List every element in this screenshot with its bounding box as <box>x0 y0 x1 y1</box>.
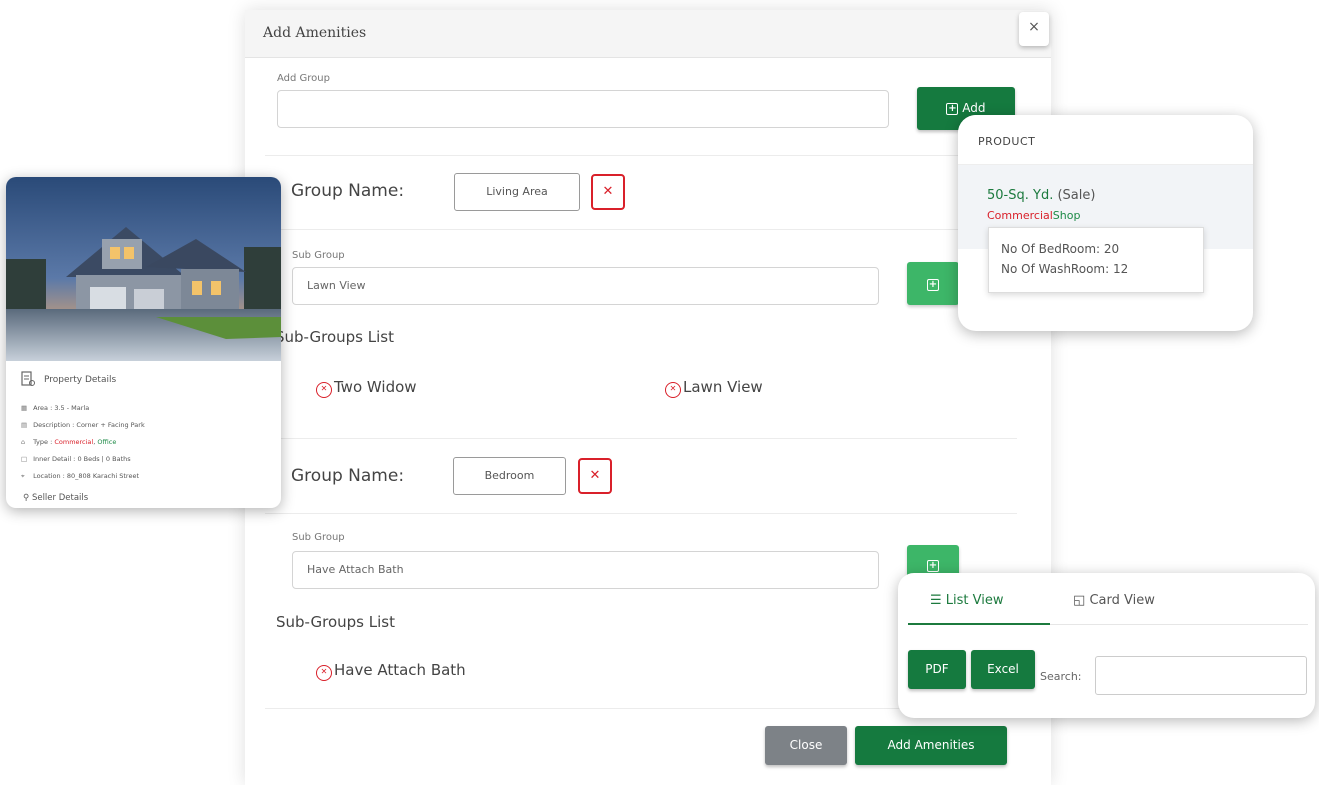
property-card: Property Details ▦ Area : 3.5 - Marla ▤ … <box>6 177 281 508</box>
description-icon: ▤ <box>21 421 28 429</box>
product-header: PRODUCT <box>958 115 1253 165</box>
type-icon: ⌂ <box>21 438 26 446</box>
product-card: PRODUCT <box>958 115 1253 331</box>
sub-group-item: ✕ Two Widow <box>316 378 417 398</box>
user-icon: ⚲ <box>23 493 30 503</box>
sub-group-input[interactable]: Have Attach Bath <box>292 551 879 589</box>
divider <box>265 513 1017 514</box>
modal-header: Add Amenities <box>245 10 1051 58</box>
seller-details: ⚲ Seller Details <box>23 493 89 503</box>
product-header-label: PRODUCT <box>978 135 1036 148</box>
cards-icon: ◱ <box>1073 593 1086 608</box>
product-size: 50-Sq. Yd. (Sale) <box>987 188 1096 203</box>
search-input[interactable] <box>1095 656 1307 695</box>
type-row: ⌂ Type : Commercial, Office <box>21 438 117 446</box>
list-view-card: ☰ List View ◱ Card View PDF Excel Search… <box>898 573 1315 718</box>
sub-group-item: ✕ Have Attach Bath <box>316 661 466 681</box>
group-name-chip: Bedroom <box>453 457 566 495</box>
group-name-chip: Living Area <box>454 173 580 211</box>
sub-group-input[interactable]: Lawn View <box>292 267 879 305</box>
bedroom-count: No Of BedRoom: 20 <box>1001 242 1120 256</box>
plus-square-icon: + <box>946 102 959 115</box>
remove-circle-icon[interactable]: ✕ <box>316 382 332 398</box>
delete-group-button[interactable]: ✕ <box>591 174 625 210</box>
property-details-title: Property Details <box>44 375 117 385</box>
plus-square-icon: + <box>927 278 939 291</box>
product-tooltip: No Of BedRoom: 20 No Of WashRoom: 12 <box>988 227 1204 293</box>
product-type: CommercialShop <box>987 209 1081 222</box>
pdf-button[interactable]: PDF <box>908 650 966 689</box>
washroom-count: No Of WashRoom: 12 <box>1001 262 1129 276</box>
group-name-label: Group Name: <box>291 466 405 486</box>
property-details-icon <box>21 371 35 386</box>
sub-groups-list-title: Sub-Groups List <box>276 613 395 631</box>
sub-group-label: Sub Group <box>292 250 345 261</box>
tab-card-view[interactable]: ◱ Card View <box>1073 593 1155 608</box>
inner-detail-row: □ Inner Detail : 0 Beds | 0 Baths <box>21 455 131 463</box>
sub-groups-list-title: Sub-Groups List <box>275 328 394 346</box>
search-label: Search: <box>1040 670 1082 683</box>
divider <box>265 155 1017 156</box>
add-sub-group-button[interactable]: + <box>907 262 959 305</box>
remove-circle-icon[interactable]: ✕ <box>665 382 681 398</box>
inner-detail-icon: □ <box>21 455 28 463</box>
divider <box>265 438 1017 439</box>
group-name-label: Group Name: <box>291 181 405 201</box>
active-tab-underline <box>908 623 1050 625</box>
property-photo <box>6 177 281 361</box>
plus-square-icon: + <box>927 559 939 572</box>
delete-group-button[interactable]: ✕ <box>578 458 612 494</box>
close-icon: ✕ <box>602 184 614 199</box>
sub-group-item: ✕ Lawn View <box>665 378 763 398</box>
location-icon: ⌖ <box>21 472 25 480</box>
area-icon: ▦ <box>21 404 28 412</box>
divider <box>265 229 1017 230</box>
description-row: ▤ Description : Corner + Facing Park <box>21 421 145 429</box>
add-group-label: Add Group <box>277 73 330 84</box>
add-amenities-button[interactable]: Add Amenities <box>855 726 1007 765</box>
location-row: ⌖ Location : 80_808 Karachi Street <box>21 472 139 480</box>
area-row: ▦ Area : 3.5 - Marla <box>21 404 90 412</box>
remove-circle-icon[interactable]: ✕ <box>316 665 332 681</box>
list-icon: ☰ <box>930 593 942 608</box>
excel-button[interactable]: Excel <box>971 650 1035 689</box>
close-button[interactable]: Close <box>765 726 847 765</box>
add-group-input[interactable] <box>277 90 889 128</box>
sub-group-label: Sub Group <box>292 532 345 543</box>
modal-close-icon[interactable]: × <box>1019 12 1049 46</box>
tab-list-view[interactable]: ☰ List View <box>930 593 1004 608</box>
add-button-label: Add <box>962 101 986 115</box>
modal-title: Add Amenities <box>263 25 367 41</box>
close-icon: ✕ <box>589 468 601 483</box>
